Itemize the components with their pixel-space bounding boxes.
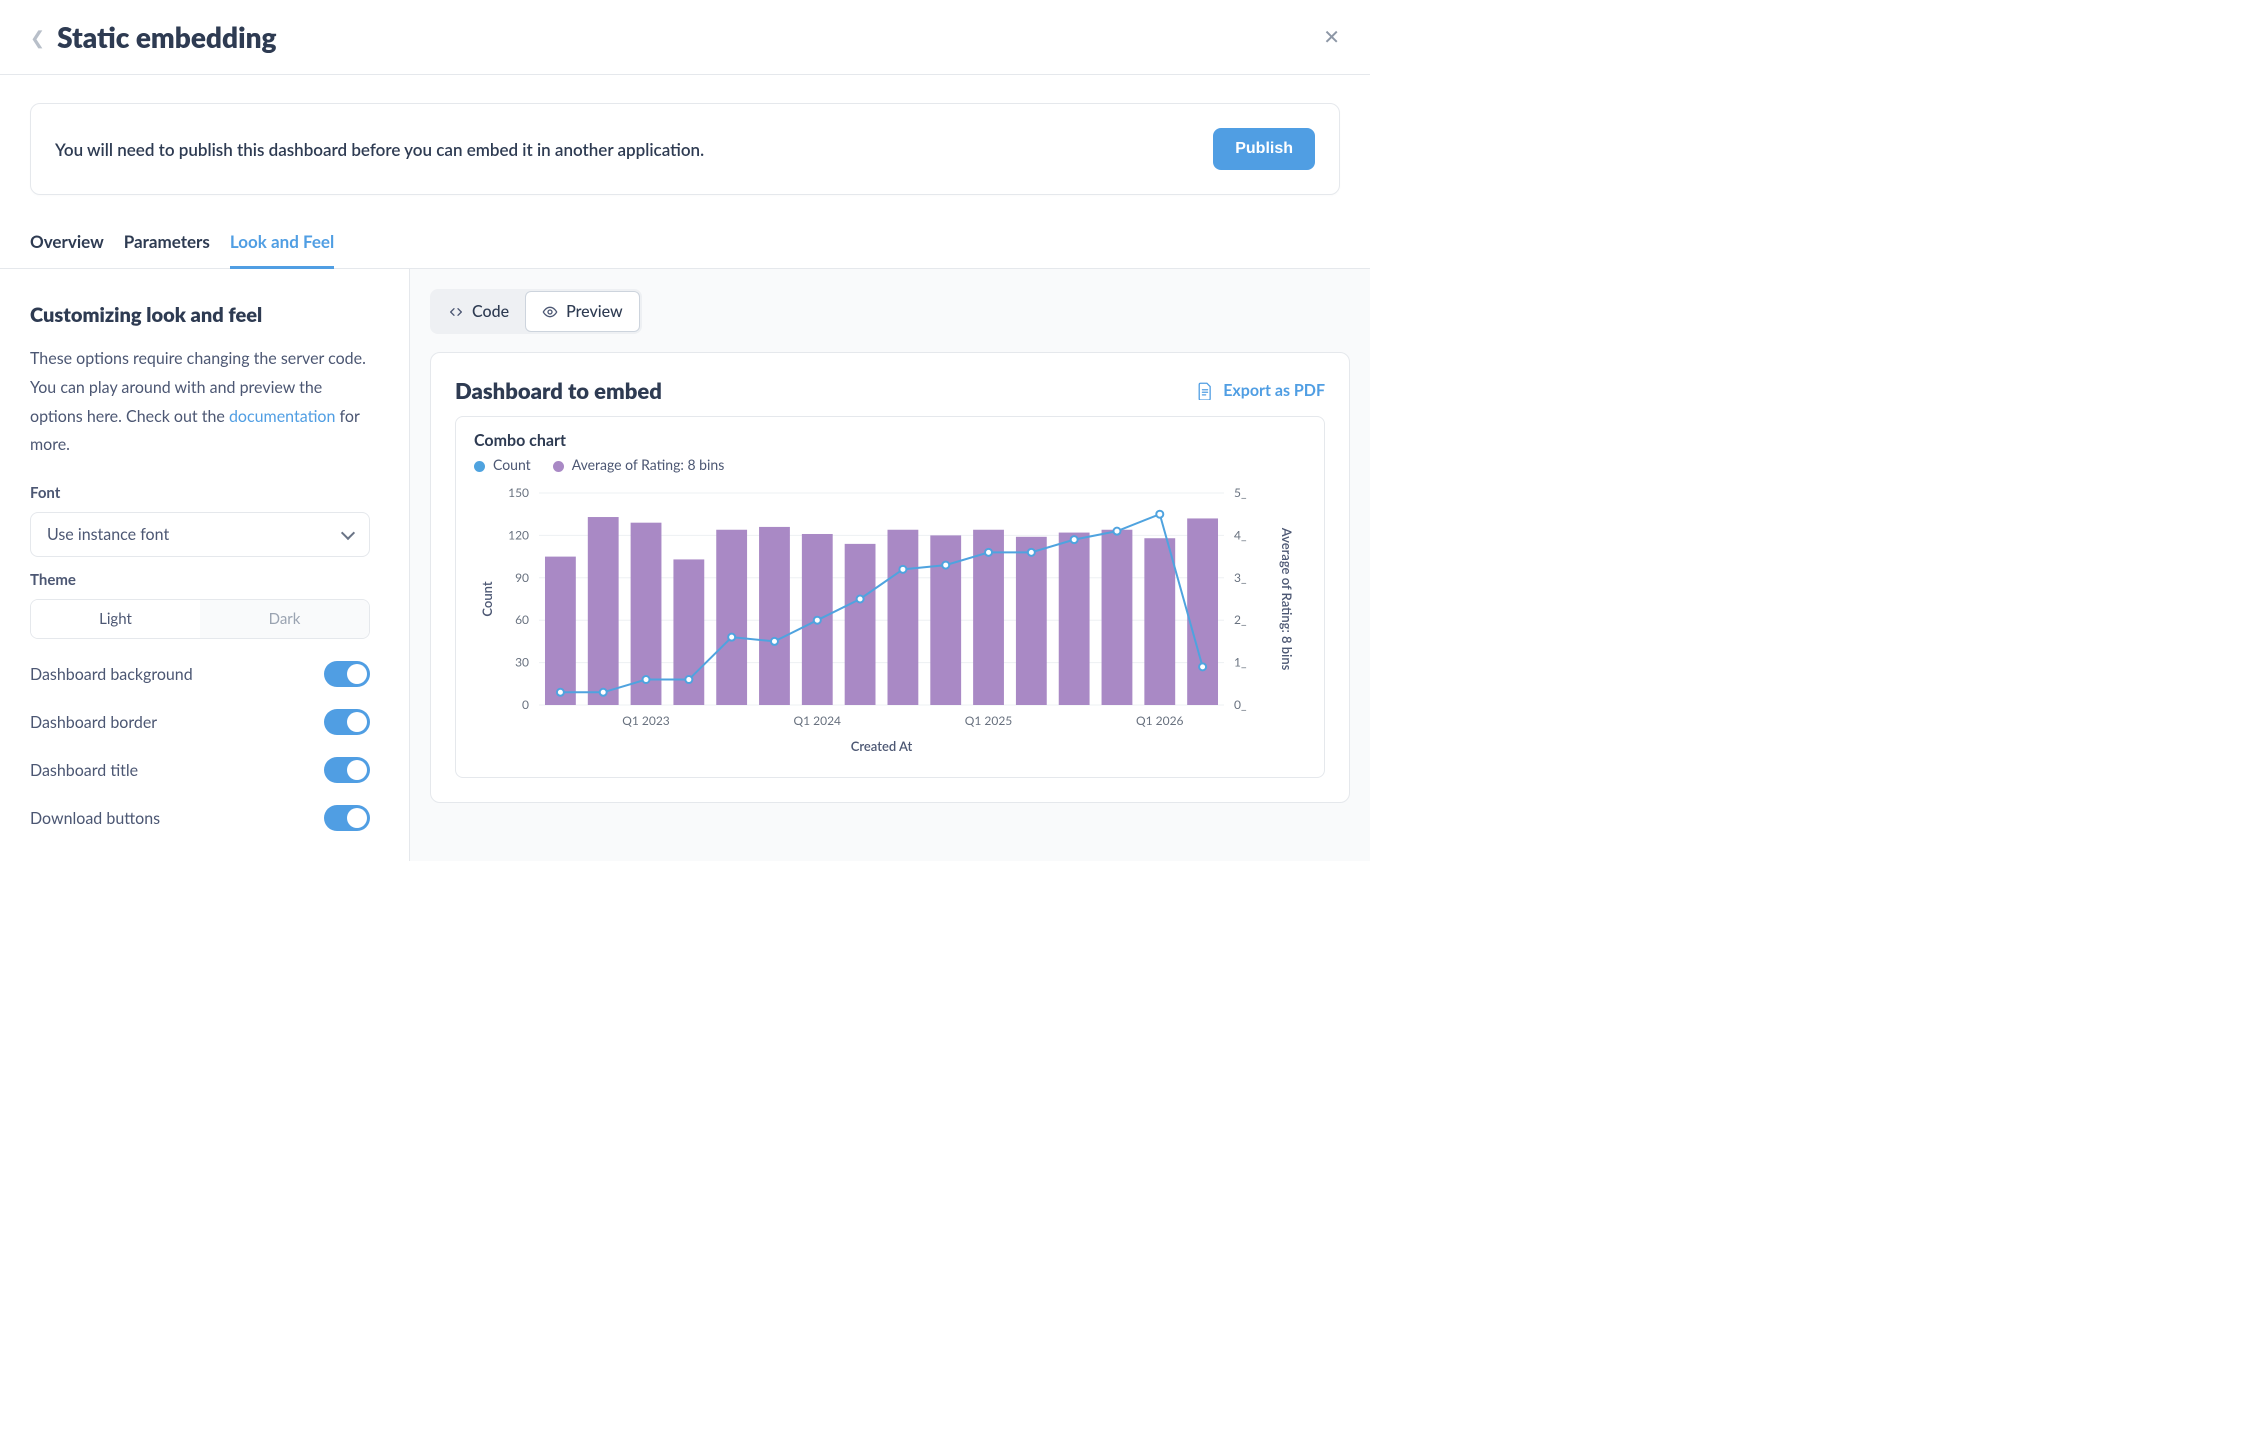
- svg-text:5_: 5_: [1234, 485, 1247, 500]
- svg-text:90: 90: [515, 570, 529, 585]
- svg-text:4_: 4_: [1234, 527, 1247, 542]
- chart-legend: Count Average of Rating: 8 bins: [474, 456, 1306, 473]
- svg-text:120: 120: [508, 527, 529, 542]
- toggle-dashboard-title-switch[interactable]: [324, 757, 370, 783]
- svg-text:30: 30: [515, 655, 529, 670]
- svg-text:0_: 0_: [1234, 697, 1247, 712]
- notice-text: You will need to publish this dashboard …: [55, 139, 704, 160]
- tab-overview[interactable]: Overview: [30, 231, 104, 268]
- svg-text:Q1 2026: Q1 2026: [1136, 713, 1184, 728]
- theme-segmented: Light Dark: [30, 599, 370, 639]
- page-header: ❮ Static embedding ✕: [0, 0, 1370, 75]
- svg-text:0: 0: [522, 697, 529, 712]
- page-title: Static embedding: [57, 20, 1323, 54]
- svg-text:Q1 2024: Q1 2024: [794, 713, 842, 728]
- close-icon[interactable]: ✕: [1323, 25, 1340, 49]
- svg-text:Average of Rating: 8 bins: Average of Rating: 8 bins: [1279, 527, 1294, 671]
- svg-text:Q1 2025: Q1 2025: [965, 713, 1013, 728]
- combo-chart-svg: 0 30 60 90 120 150 0_ 1_ 2_ 3_ 4_ 5_ Q1 2023 Q1 2024 Q…: [474, 479, 1294, 759]
- legend-count: Count: [474, 456, 531, 473]
- eye-icon: [542, 304, 558, 320]
- theme-light[interactable]: Light: [31, 600, 200, 638]
- card-header: Dashboard to embed Export as PDF: [455, 377, 1325, 404]
- toggle-dashboard-border-switch[interactable]: [324, 709, 370, 735]
- chart-card: Combo chart Count Average of Rating: 8 b…: [455, 416, 1325, 778]
- code-icon: [448, 304, 464, 320]
- toggle-dashboard-title: Dashboard title: [30, 757, 370, 783]
- code-toggle[interactable]: Code: [432, 291, 525, 332]
- document-icon: [1197, 382, 1213, 400]
- svg-text:2_: 2_: [1234, 612, 1247, 627]
- theme-label: Theme: [30, 571, 379, 589]
- documentation-link[interactable]: documentation: [229, 407, 335, 426]
- chart-title: Combo chart: [474, 431, 1306, 450]
- toggle-download-buttons-switch[interactable]: [324, 805, 370, 831]
- toggle-dashboard-background: Dashboard background: [30, 661, 370, 687]
- theme-dark[interactable]: Dark: [200, 600, 369, 638]
- preview-area: Code Preview Dashboard to embed Export a…: [410, 269, 1370, 861]
- toggle-dashboard-border: Dashboard border: [30, 709, 370, 735]
- code-preview-toggle: Code Preview: [430, 289, 642, 334]
- svg-text:150: 150: [508, 485, 529, 500]
- settings-sidebar: Customizing look and feel These options …: [0, 269, 410, 861]
- preview-toggle[interactable]: Preview: [525, 291, 640, 332]
- svg-text:Count: Count: [479, 581, 495, 616]
- chevron-down-icon: [341, 526, 355, 540]
- chart-plot: 0 30 60 90 120 150 0_ 1_ 2_ 3_ 4_ 5_ Q1 2023 Q1 2024 Q…: [474, 479, 1306, 763]
- toggle-download-buttons: Download buttons: [30, 805, 370, 831]
- sidebar-description: These options require changing the serve…: [30, 345, 379, 460]
- tabs: Overview Parameters Look and Feel: [0, 231, 1370, 269]
- publish-notice: You will need to publish this dashboard …: [30, 103, 1340, 195]
- svg-text:Q1 2023: Q1 2023: [622, 713, 670, 728]
- back-icon[interactable]: ❮: [30, 26, 45, 49]
- dashboard-card: Dashboard to embed Export as PDF Combo c…: [430, 352, 1350, 803]
- export-pdf-button[interactable]: Export as PDF: [1197, 381, 1325, 400]
- legend-dot-blue: [474, 461, 485, 472]
- legend-dot-purple: [553, 461, 564, 472]
- card-title: Dashboard to embed: [455, 377, 662, 404]
- tab-parameters[interactable]: Parameters: [124, 231, 210, 268]
- svg-text:1_: 1_: [1234, 655, 1247, 670]
- toggle-dashboard-background-switch[interactable]: [324, 661, 370, 687]
- svg-text:3_: 3_: [1234, 570, 1247, 585]
- svg-text:Created At: Created At: [851, 738, 913, 754]
- font-select[interactable]: Use instance font: [30, 512, 370, 557]
- tab-look-and-feel[interactable]: Look and Feel: [230, 231, 334, 269]
- legend-avg: Average of Rating: 8 bins: [553, 456, 725, 473]
- font-label: Font: [30, 484, 379, 502]
- font-select-value: Use instance font: [47, 525, 169, 544]
- sidebar-heading: Customizing look and feel: [30, 303, 379, 327]
- svg-text:60: 60: [515, 612, 529, 627]
- publish-button[interactable]: Publish: [1213, 128, 1315, 170]
- body: Customizing look and feel These options …: [0, 269, 1370, 861]
